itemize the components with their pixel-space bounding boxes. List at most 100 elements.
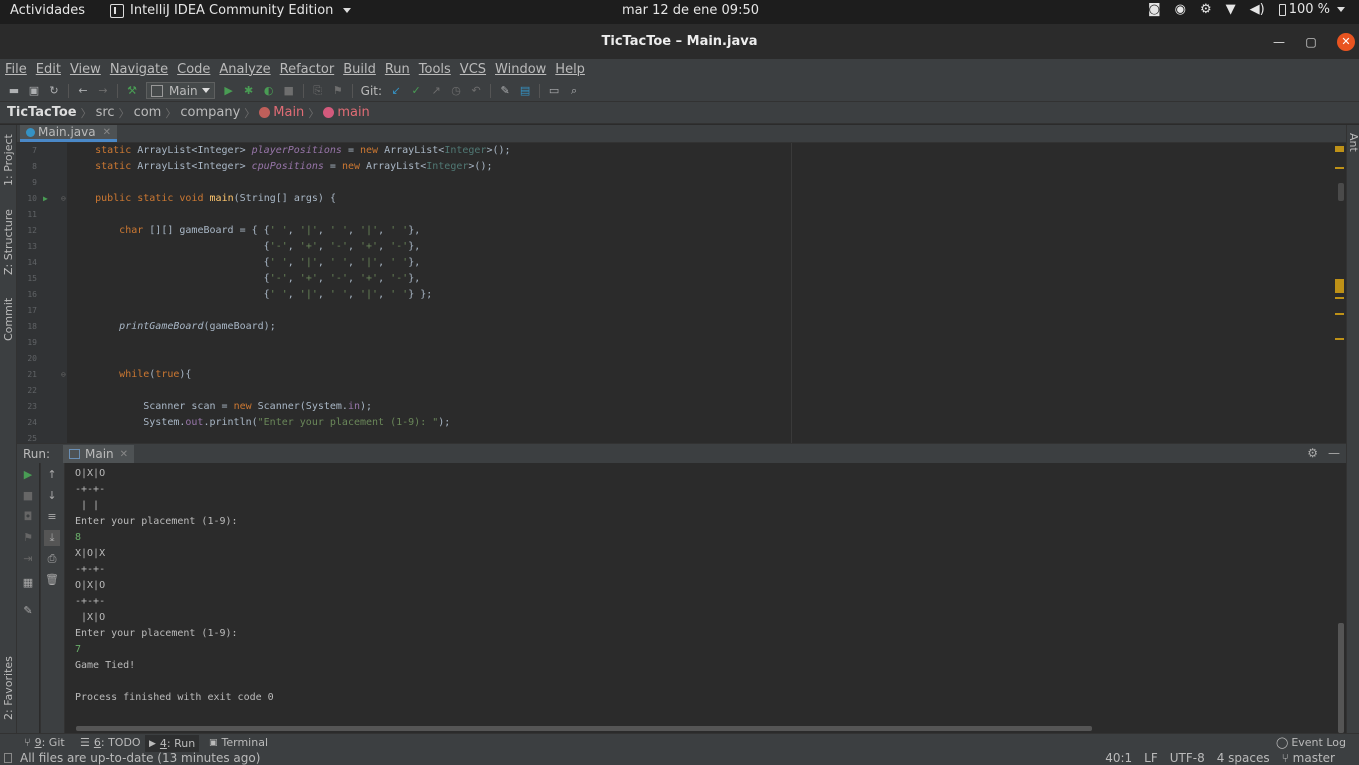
git-push-icon[interactable]: ↗: [428, 83, 444, 99]
git-tool-tab[interactable]: ⑂ 9: Git: [24, 736, 65, 749]
open-folder-icon[interactable]: ▬: [6, 83, 22, 99]
event-log-tool-tab[interactable]: ◯ Event Log: [1276, 736, 1346, 749]
debug-icon[interactable]: ✱: [241, 83, 257, 99]
breadcrumb-project[interactable]: TicTacToe: [7, 105, 77, 120]
app-menu[interactable]: IntelliJ IDEA Community Edition: [110, 3, 352, 18]
fold-icon[interactable]: ⊖: [61, 191, 66, 207]
line-separator[interactable]: LF: [1144, 752, 1158, 765]
activities-button[interactable]: Actividades: [10, 3, 85, 18]
warning-marker[interactable]: [1335, 297, 1344, 299]
commit-tool-tab[interactable]: Commit: [0, 291, 17, 347]
maximize-button[interactable]: ▢: [1302, 33, 1320, 51]
console-horizontal-scrollbar[interactable]: [76, 726, 1092, 731]
close-tab-icon[interactable]: ✕: [103, 127, 111, 138]
git-commit-icon[interactable]: ✓: [408, 83, 424, 99]
fold-icon[interactable]: ⊖: [61, 367, 66, 383]
menu-view[interactable]: View: [70, 62, 101, 77]
clock[interactable]: mar 12 de ene 09:50: [622, 3, 759, 18]
history-icon[interactable]: ◷: [448, 83, 464, 99]
stop-icon[interactable]: ■: [281, 83, 297, 99]
breadcrumb-class[interactable]: Main: [273, 105, 304, 120]
editor-scroll-thumb[interactable]: [1338, 183, 1344, 201]
eye-icon[interactable]: ◉: [1175, 2, 1186, 17]
caret-position[interactable]: 40:1: [1105, 752, 1132, 765]
editor-tab-main-java[interactable]: Main.java ✕: [20, 125, 117, 142]
hide-icon[interactable]: —: [1328, 446, 1340, 460]
forward-icon[interactable]: →: [95, 83, 111, 99]
warning-marker[interactable]: [1335, 338, 1344, 340]
search-icon[interactable]: ⌕: [566, 83, 582, 99]
ant-tool-tab[interactable]: Ant: [1347, 133, 1359, 152]
terminal-tool-tab[interactable]: ▣ Terminal: [209, 736, 268, 749]
run-tool-tab[interactable]: ▶ 4: Run: [145, 735, 200, 752]
trash-icon[interactable]: 🗑: [44, 572, 60, 588]
back-icon[interactable]: ←: [75, 83, 91, 99]
editor-scrollbar[interactable]: [1332, 143, 1346, 443]
menu-analyze[interactable]: Analyze: [219, 62, 270, 77]
up-arrow-icon[interactable]: ↑: [44, 467, 60, 483]
sync-icon[interactable]: ↻: [46, 83, 62, 99]
exit-icon[interactable]: ⇥: [20, 551, 36, 567]
gutter-run-icon[interactable]: ▶: [43, 191, 48, 207]
soft-wrap-icon[interactable]: ≡: [44, 509, 60, 525]
build-hammer-icon[interactable]: ⚒: [124, 83, 140, 99]
layout-icon[interactable]: ▦: [20, 575, 36, 591]
pin-icon[interactable]: ✎: [20, 603, 36, 619]
menu-help[interactable]: Help: [555, 62, 585, 77]
run-with-coverage-icon[interactable]: ◐: [261, 83, 277, 99]
git-branch-widget[interactable]: ⑂ master: [1282, 752, 1335, 765]
todo-tool-tab[interactable]: ☰ 6: TODO: [80, 736, 141, 749]
camera-icon[interactable]: ◘: [20, 509, 36, 525]
structure-tool-tab[interactable]: Z: Structure: [0, 205, 17, 279]
console-output[interactable]: O|X|O -+-+- | | Enter your placement (1-9…: [66, 463, 1338, 733]
system-menu[interactable]: 100 %: [1278, 2, 1345, 17]
git-update-icon[interactable]: ↙: [388, 83, 404, 99]
warning-marker[interactable]: [1335, 279, 1344, 293]
menu-vcs[interactable]: VCS: [460, 62, 486, 77]
favorites-tool-tab[interactable]: 2: Favorites: [0, 651, 17, 725]
warning-marker[interactable]: [1335, 167, 1344, 169]
run-icon[interactable]: ▶: [221, 83, 237, 99]
breadcrumb-src[interactable]: src: [96, 105, 115, 120]
settings-wrench-icon[interactable]: ✎: [497, 83, 513, 99]
discord-icon[interactable]: ◙: [1148, 2, 1161, 17]
breadcrumb-com[interactable]: com: [134, 105, 162, 120]
warning-marker[interactable]: [1335, 313, 1344, 315]
breadcrumb-company[interactable]: company: [180, 105, 240, 120]
attach-debugger-icon[interactable]: ⎘: [310, 83, 326, 99]
profile-icon[interactable]: ⚑: [330, 83, 346, 99]
close-tab-icon[interactable]: ✕: [120, 449, 128, 460]
menu-file[interactable]: File: [5, 62, 27, 77]
indent-setting[interactable]: 4 spaces: [1217, 752, 1270, 765]
console-vertical-scrollbar[interactable]: [1338, 623, 1344, 733]
menu-run[interactable]: Run: [385, 62, 410, 77]
presentation-icon[interactable]: ▭: [546, 83, 562, 99]
breadcrumb-method[interactable]: main: [337, 105, 369, 120]
menu-window[interactable]: Window: [495, 62, 546, 77]
menu-refactor[interactable]: Refactor: [280, 62, 335, 77]
stop-icon[interactable]: ■: [20, 488, 36, 504]
menu-code[interactable]: Code: [177, 62, 210, 77]
minimize-button[interactable]: —: [1270, 33, 1288, 51]
down-arrow-icon[interactable]: ↓: [44, 488, 60, 504]
scroll-to-end-icon[interactable]: ⤓: [44, 530, 60, 546]
steam-icon[interactable]: ⚙: [1200, 2, 1212, 17]
volume-icon[interactable]: ◀): [1250, 2, 1265, 17]
threads-icon[interactable]: ⚑: [20, 530, 36, 546]
rollback-icon[interactable]: ↶: [468, 83, 484, 99]
run-tab-main[interactable]: Main ✕: [63, 445, 135, 463]
rerun-icon[interactable]: ▶: [20, 467, 36, 483]
status-message[interactable]: All files are up-to-date (13 minutes ago…: [20, 752, 260, 765]
warning-marker[interactable]: [1335, 146, 1344, 152]
project-tool-tab[interactable]: 1: Project: [0, 129, 17, 191]
close-button[interactable]: ✕: [1337, 33, 1355, 51]
gear-icon[interactable]: ⚙: [1307, 446, 1318, 460]
project-structure-icon[interactable]: ▤: [517, 83, 533, 99]
print-icon[interactable]: ⎙: [44, 551, 60, 567]
menu-edit[interactable]: Edit: [36, 62, 61, 77]
menu-navigate[interactable]: Navigate: [110, 62, 168, 77]
wifi-icon[interactable]: ▼: [1226, 2, 1236, 17]
save-all-icon[interactable]: ▣: [26, 83, 42, 99]
code-editor[interactable]: 7 static ArrayList<Integer> playerPositi…: [17, 143, 1346, 443]
file-encoding[interactable]: UTF-8: [1170, 752, 1205, 765]
